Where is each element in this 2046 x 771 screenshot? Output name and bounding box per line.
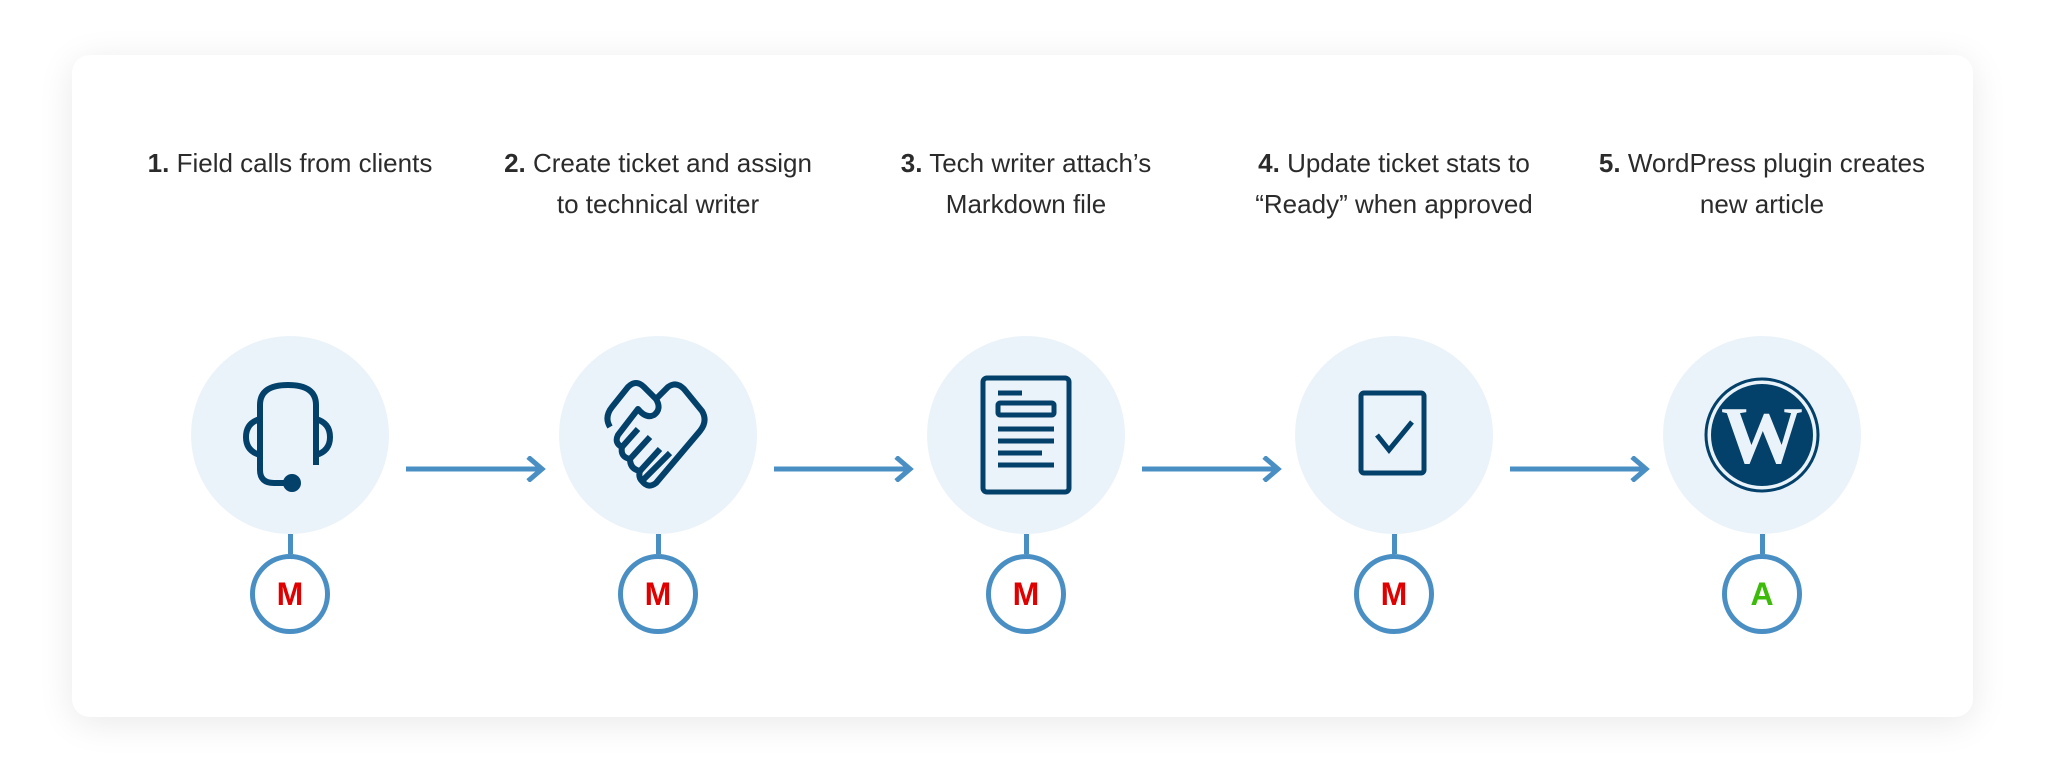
checkbox-icon — [1358, 390, 1427, 476]
step-label: 4. Update ticket stats to “Ready” when a… — [1255, 148, 1533, 219]
status-badge: M — [986, 554, 1066, 634]
step-icon-circle — [191, 336, 389, 534]
step-1: 1. Field calls from clients M — [106, 55, 474, 717]
step-2: 2. Create ticket and assign to technical… — [474, 55, 842, 717]
step-icon-circle — [1295, 336, 1493, 534]
step-label: 1. Field calls from clients — [147, 148, 433, 178]
status-badge: M — [250, 554, 330, 634]
step-5: 5. WordPress plugin creates new article … — [1578, 55, 1946, 717]
status-badge: M — [1354, 554, 1434, 634]
step-label: 5. WordPress plugin creates new article — [1598, 148, 1926, 219]
wordpress-icon: W — [1704, 377, 1820, 493]
headset-icon — [242, 381, 334, 492]
handshake-icon — [604, 380, 708, 489]
document-icon — [980, 375, 1072, 495]
step-icon-circle — [927, 336, 1125, 534]
step-3: 3. Tech writer attach’s Markdown file M — [842, 55, 1210, 717]
workflow-card: 1. Field calls from clients M 2. Create … — [72, 55, 1973, 717]
svg-text:W: W — [1721, 390, 1803, 481]
connector-stem — [1392, 534, 1397, 554]
connector-stem — [656, 534, 661, 554]
connector-stem — [1760, 534, 1765, 554]
connector-stem — [288, 534, 293, 554]
step-4: 4. Update ticket stats to “Ready” when a… — [1210, 55, 1578, 717]
step-icon-circle — [559, 336, 757, 534]
step-label: 3. Tech writer attach’s Markdown file — [900, 148, 1152, 219]
step-icon-circle: W — [1663, 336, 1861, 534]
status-badge: A — [1722, 554, 1802, 634]
connector-stem — [1024, 534, 1029, 554]
step-label: 2. Create ticket and assign to technical… — [504, 148, 812, 219]
status-badge: M — [618, 554, 698, 634]
